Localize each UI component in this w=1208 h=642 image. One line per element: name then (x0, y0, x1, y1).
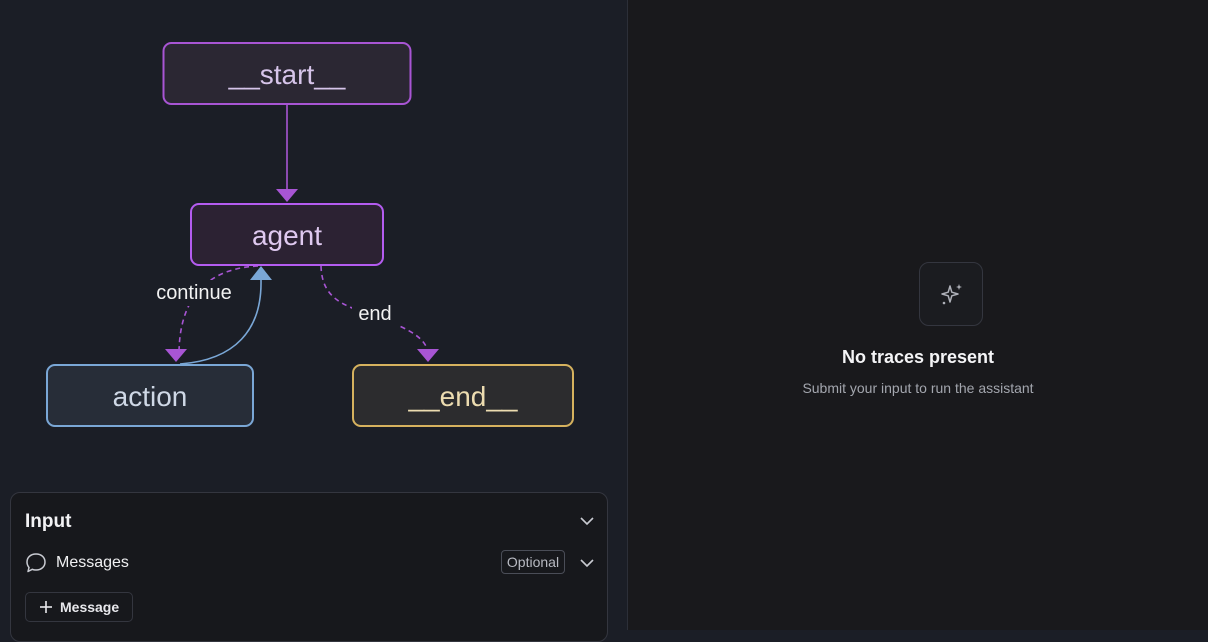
input-title: Input (25, 511, 72, 532)
chat-bubble-icon (25, 552, 47, 574)
optional-badge: Optional (501, 550, 565, 574)
edge-agent-action-arrow (165, 349, 187, 362)
node-end[interactable]: __end__ (352, 364, 574, 427)
graph-canvas: continue end __start__ agent action __en… (46, 42, 574, 427)
chevron-down-icon[interactable] (579, 513, 595, 529)
node-action[interactable]: action (46, 364, 254, 427)
edge-agent-end-arrow (417, 349, 439, 362)
add-message-label: Message (60, 599, 120, 615)
chevron-down-icon[interactable] (579, 555, 595, 571)
empty-state-title: No traces present (841, 347, 995, 367)
node-agent[interactable]: agent (190, 203, 384, 266)
edge-agent-action (178, 265, 259, 353)
edge-label-end: end (358, 303, 391, 325)
node-start[interactable]: __start__ (162, 42, 412, 105)
graph-pane: continue end __start__ agent action __en… (0, 0, 627, 642)
traces-pane: No traces present Submit your input to r… (628, 0, 1208, 630)
input-panel: Input Messages Optional Message (10, 492, 608, 642)
node-action-label: action (113, 381, 188, 412)
node-end-label: __end__ (407, 381, 517, 412)
edge-action-agent-arrow (250, 266, 272, 280)
sparkles-icon (941, 284, 962, 305)
edge-start-agent-arrow (276, 189, 298, 202)
empty-state-icon-box (919, 262, 983, 326)
empty-state-subtitle: Submit your input to run the assistant (802, 380, 1034, 396)
add-message-button[interactable]: Message (25, 592, 133, 622)
messages-label: Messages (56, 554, 129, 571)
node-agent-label: agent (252, 220, 322, 251)
plus-icon (38, 599, 54, 615)
edge-label-continue: continue (156, 282, 232, 304)
node-start-label: __start__ (228, 59, 346, 90)
